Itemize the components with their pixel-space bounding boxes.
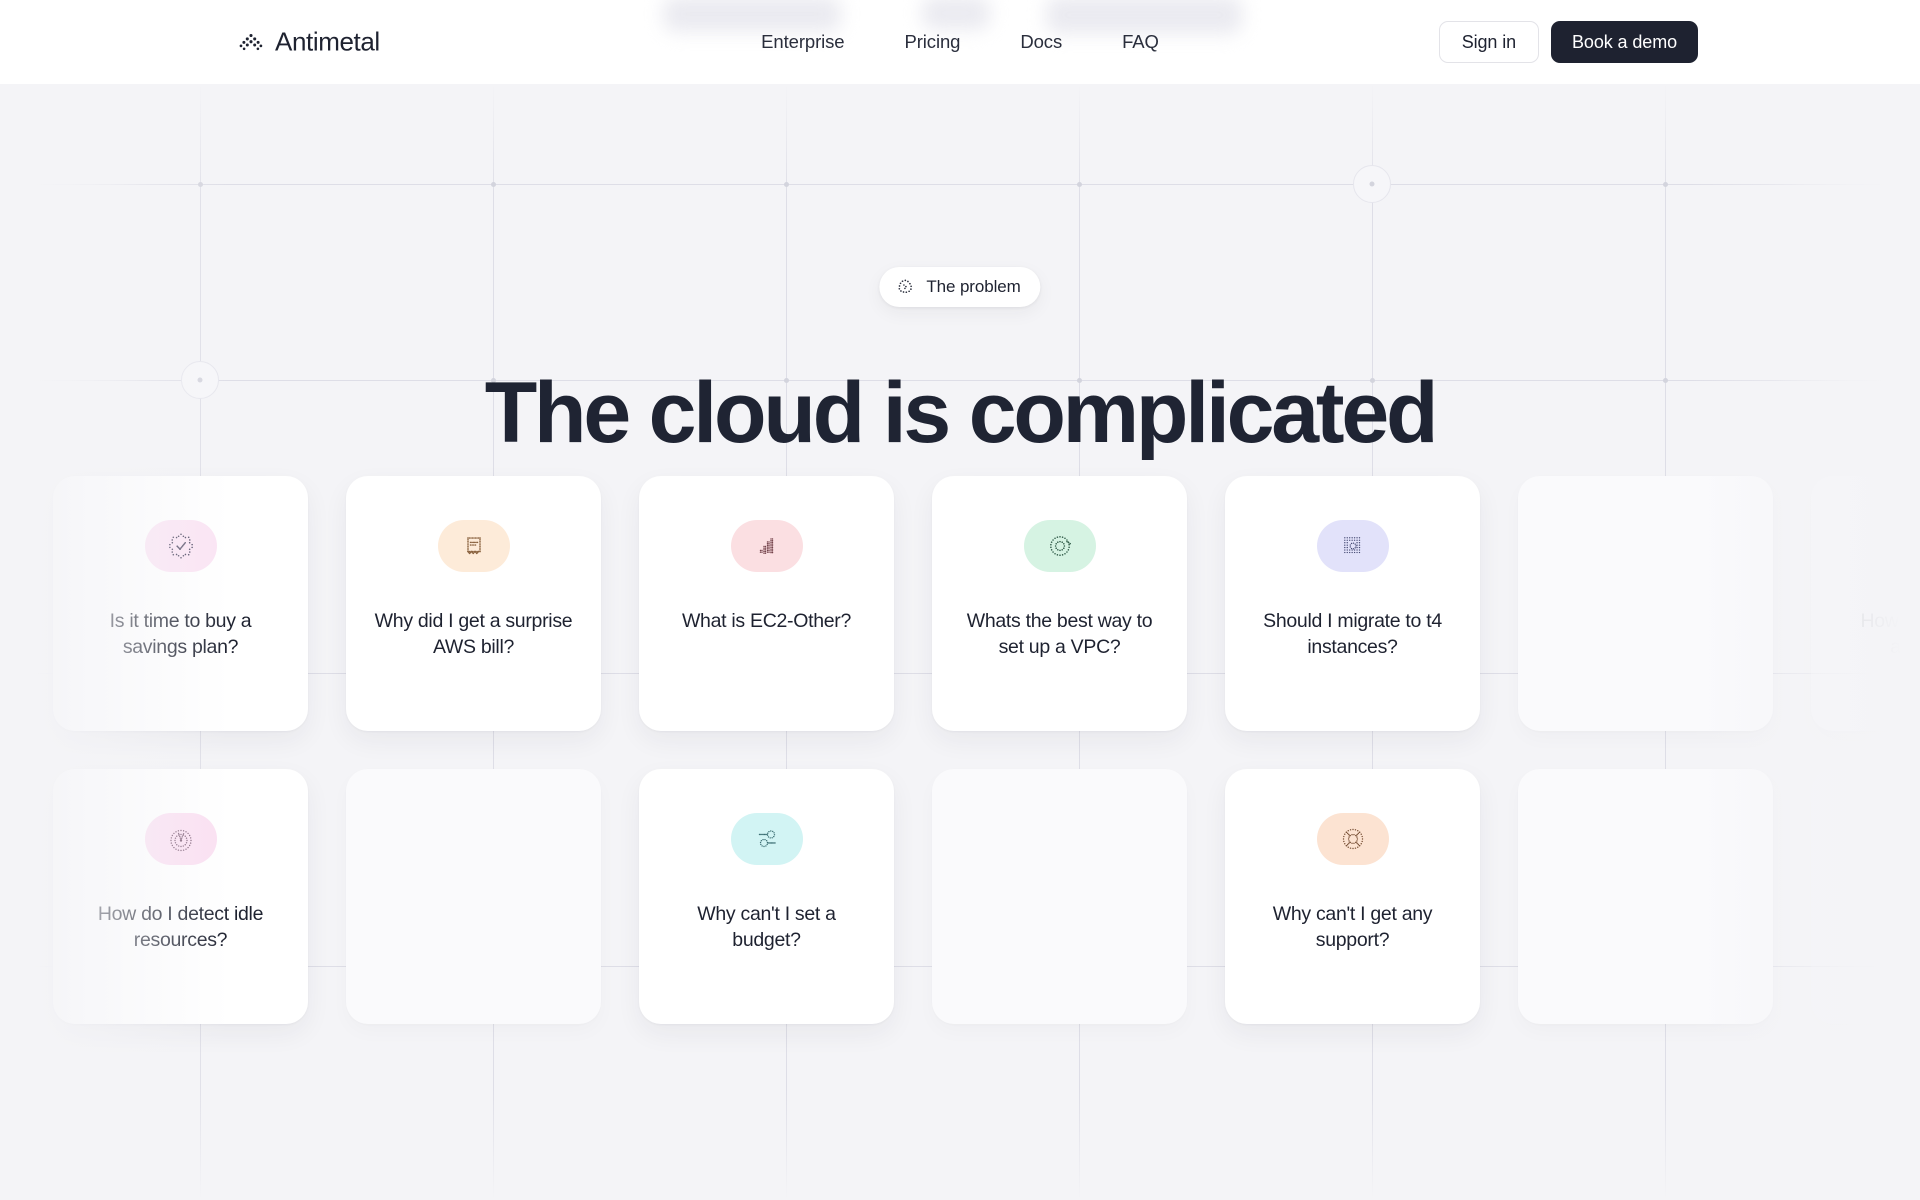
- header-actions: Sign in Book a demo: [1438, 21, 1698, 63]
- hero-section: The problem The cloud is complicated Is …: [0, 84, 1920, 1200]
- placeholder-card: [1811, 769, 1920, 1024]
- grid-node-dot: [491, 182, 496, 187]
- problem-badge: The problem: [879, 267, 1041, 307]
- question-card-label: What is EC2-Other?: [681, 610, 852, 632]
- question-card-label: Should I migrate to t4 instances?: [1263, 610, 1442, 659]
- dotted-life-buoy-icon: [1316, 813, 1389, 865]
- book-demo-button[interactable]: Book a demo: [1551, 21, 1698, 63]
- question-card-grid: Is it time to buy a savings plan? Why did…: [0, 476, 1920, 1024]
- placeholder-card: [346, 769, 601, 1024]
- question-card[interactable]: Whats the best way to set up a VPC?: [932, 476, 1187, 731]
- question-card-label: Is it time to buy a savings plan?: [109, 610, 252, 659]
- question-card[interactable]: Why can't I get any support?: [1225, 769, 1480, 1024]
- dotted-cloud-icon: [894, 276, 916, 298]
- question-card[interactable]: Should I migrate to t4 instances?: [1225, 476, 1480, 731]
- dotted-receipt-icon: [437, 520, 510, 572]
- question-card-label: Whats the best way to set up a VPC?: [966, 610, 1153, 659]
- header-ghost-artifact-3: [1046, 0, 1242, 34]
- question-card-label: How do I detect idle resources?: [97, 903, 264, 952]
- question-card-label: How can I forecast accurately?: [1860, 610, 1920, 659]
- question-card[interactable]: How do I detect idle resources?: [53, 769, 308, 1024]
- sign-in-button[interactable]: Sign in: [1438, 21, 1540, 63]
- grid-node-dot: [198, 182, 203, 187]
- site-header: Antimetal Enterprise Pricing Docs FAQ Si…: [0, 0, 1920, 84]
- question-card[interactable]: What is EC2-Other?: [639, 476, 894, 731]
- brand-name: Antimetal: [275, 26, 380, 57]
- grid-node-ring: [1353, 165, 1391, 203]
- dotted-shuffle-icon: [730, 813, 803, 865]
- nav-item-pricing[interactable]: Pricing: [905, 31, 961, 53]
- problem-badge-label: The problem: [926, 277, 1021, 296]
- question-card-label: Why can't I set a budget?: [697, 903, 836, 952]
- header-ghost-artifact-1: [663, 0, 841, 32]
- brand-logo-link[interactable]: Antimetal: [238, 27, 380, 58]
- dotted-badge-check-icon: [144, 520, 217, 572]
- grid-node-dot: [784, 182, 789, 187]
- dotted-chip-icon: [1316, 520, 1389, 572]
- header-ghost-artifact-2: [922, 0, 990, 30]
- dotted-network-icon: [1023, 520, 1096, 572]
- question-card[interactable]: Why did I get a surprise AWS bill?: [346, 476, 601, 731]
- nav-item-enterprise[interactable]: Enterprise: [761, 31, 844, 53]
- question-card[interactable]: Why can't I set a budget?: [639, 769, 894, 1024]
- dotted-line-chart-icon: [1902, 520, 1920, 572]
- placeholder-card: [0, 476, 15, 731]
- nav-item-docs[interactable]: Docs: [1020, 31, 1062, 53]
- page-title: The cloud is complicated: [484, 365, 1439, 461]
- dotted-radar-icon: [144, 813, 217, 865]
- card-icon-placeholder: [1902, 813, 1920, 865]
- placeholder-card: [932, 769, 1187, 1024]
- grid-horizontal-line: [0, 184, 1920, 185]
- question-card[interactable]: How do I reduce data transfer costs?: [0, 769, 15, 1024]
- question-card-label: Why can't I get any support?: [1272, 903, 1433, 952]
- grid-node-dot: [1077, 182, 1082, 187]
- placeholder-card: [1518, 769, 1773, 1024]
- primary-navigation: Enterprise Pricing Docs FAQ: [761, 31, 1159, 53]
- dotted-triangle-logo-icon: [238, 29, 264, 55]
- placeholder-card: [1518, 476, 1773, 731]
- dotted-bar-chart-icon: [730, 520, 803, 572]
- nav-item-faq[interactable]: FAQ: [1122, 31, 1159, 53]
- question-card-label: Why did I get a surprise AWS bill?: [374, 610, 573, 659]
- grid-node-dot: [1663, 182, 1668, 187]
- question-card[interactable]: How can I forecast accurately?: [1811, 476, 1920, 731]
- question-card[interactable]: Is it time to buy a savings plan?: [53, 476, 308, 731]
